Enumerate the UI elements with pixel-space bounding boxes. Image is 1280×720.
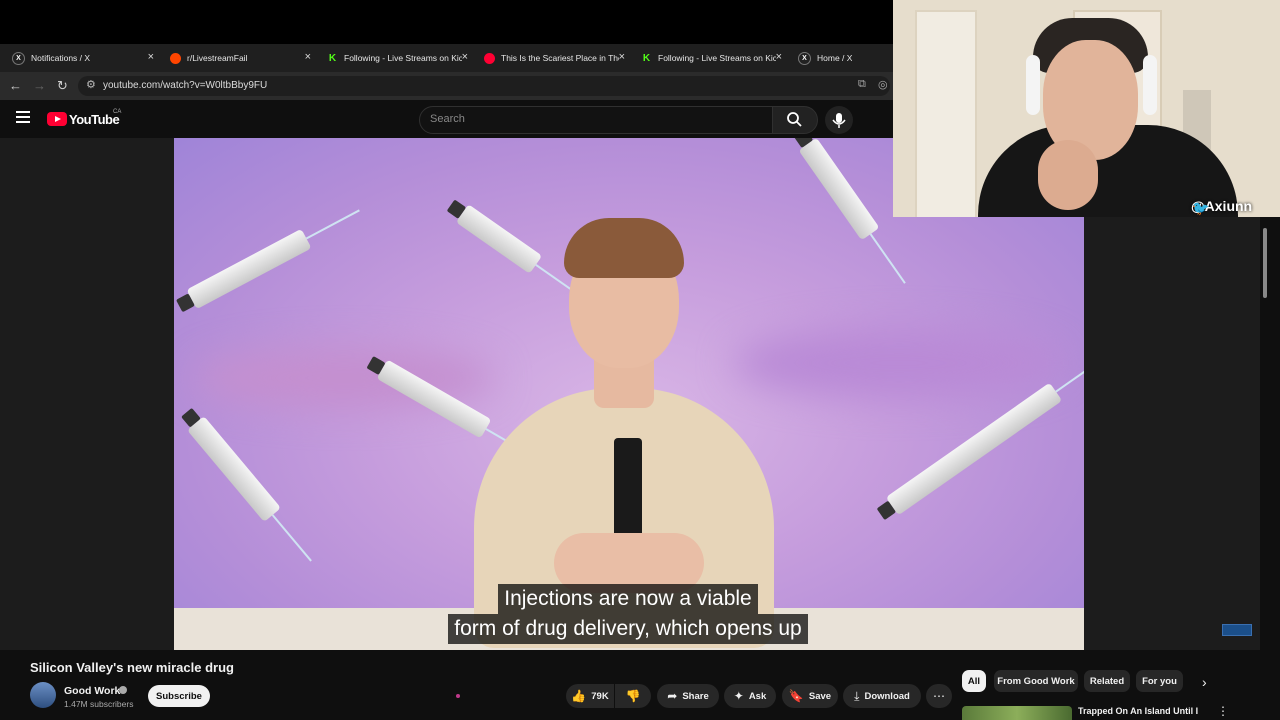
- channel-name[interactable]: Good Work: [64, 685, 120, 697]
- more-actions-button[interactable]: ⋯: [926, 684, 952, 708]
- bookmark-icon: 🔖: [788, 689, 804, 703]
- close-icon[interactable]: ×: [462, 51, 468, 63]
- kick-icon: K: [642, 52, 651, 64]
- eye-off-icon[interactable]: ◎: [878, 78, 888, 91]
- reload-icon[interactable]: ↻: [57, 78, 68, 94]
- mouse-cursor: [456, 694, 460, 698]
- voice-search-button[interactable]: [825, 106, 853, 134]
- tab-title: Home / X: [817, 53, 853, 63]
- search-icon: [787, 112, 802, 127]
- video-title: Silicon Valley's new miracle drug: [30, 660, 234, 675]
- caption-line: Injections are now a viable: [498, 584, 758, 614]
- chip-from-channel[interactable]: From Good Work: [994, 670, 1078, 692]
- forward-arrow-icon[interactable]: →: [33, 78, 46, 93]
- chip-for-you[interactable]: For you: [1136, 670, 1183, 692]
- region-code: CA: [113, 109, 122, 115]
- close-icon[interactable]: ×: [305, 51, 311, 63]
- scrollbar-thumb[interactable]: [1263, 228, 1267, 298]
- recommended-video-title[interactable]: Trapped On An Island Until I: [1078, 706, 1198, 716]
- dislike-button[interactable]: 👎: [615, 684, 651, 708]
- search-placeholder: Search: [430, 113, 465, 125]
- close-icon[interactable]: ×: [619, 51, 625, 63]
- x-logo-icon: X: [12, 51, 25, 65]
- share-arrow-icon: ➦: [667, 689, 678, 703]
- chevron-right-icon[interactable]: ›: [1202, 674, 1207, 690]
- headphone-cup: [1143, 55, 1157, 115]
- search-button[interactable]: [772, 106, 818, 134]
- background-cloud: [734, 328, 1064, 398]
- youtube-logo-text[interactable]: YouTube: [69, 112, 120, 127]
- install-app-icon[interactable]: ⧉: [858, 78, 866, 91]
- browser-tab[interactable]: This Is the Scariest Place in The ×: [472, 44, 629, 72]
- tab-title: Following - Live Streams on Kic: [344, 53, 462, 63]
- syringe-image: [793, 138, 906, 284]
- more-dots-icon: ⋯: [933, 689, 945, 703]
- browser-tab[interactable]: r/LivestreamFail ×: [158, 44, 315, 72]
- download-label: Download: [864, 690, 910, 702]
- back-arrow-icon[interactable]: ←: [9, 78, 22, 93]
- player-backdrop: [0, 138, 174, 650]
- close-icon[interactable]: ×: [148, 51, 154, 63]
- verified-check-icon: [119, 686, 127, 694]
- youtube-logo-icon[interactable]: [47, 112, 67, 126]
- browser-tab[interactable]: K Following - Live Streams on Kic ×: [629, 44, 786, 72]
- webcam-overlay: @Axiunn: [893, 0, 1280, 217]
- download-icon: ⤓: [854, 688, 860, 703]
- save-button[interactable]: 🔖 Save: [782, 684, 838, 708]
- recommended-video-thumbnail[interactable]: [962, 706, 1072, 720]
- tab-title: Following - Live Streams on Kic: [658, 53, 776, 63]
- streamer-hand: [1038, 140, 1098, 210]
- syringe-image: [181, 407, 312, 562]
- syringe-image: [446, 199, 586, 301]
- save-label: Save: [808, 690, 832, 702]
- browser-tab[interactable]: K Following - Live Streams on Kic ×: [315, 44, 472, 72]
- hamburger-menu-icon[interactable]: [16, 111, 30, 123]
- headphone-cup: [1026, 55, 1040, 115]
- browser-tab[interactable]: X Home / X: [786, 44, 893, 72]
- microphone-icon: [832, 113, 846, 128]
- chip-all[interactable]: All: [962, 670, 986, 692]
- reddit-icon: [170, 52, 181, 64]
- share-button[interactable]: ➦ Share: [657, 684, 719, 708]
- chip-related[interactable]: Related: [1084, 670, 1130, 692]
- thumbs-up-icon: 👍: [571, 689, 587, 703]
- syringe-image: [175, 209, 360, 313]
- overlay-badge: [1222, 624, 1252, 636]
- caption-line: form of drug delivery, which opens up: [448, 614, 808, 644]
- video-captions: Injections are now a viable form of drug…: [433, 584, 823, 644]
- kick-icon: K: [328, 52, 337, 64]
- ask-label: Ask: [748, 690, 767, 702]
- tab-title: Notifications / X: [31, 53, 91, 63]
- tab-title: This Is the Scariest Place in The: [501, 53, 619, 63]
- site-info-icon[interactable]: ⚙: [86, 78, 96, 91]
- presenter-hair: [564, 218, 684, 278]
- sparkle-icon: ✦: [733, 689, 744, 703]
- youtube-icon: [484, 52, 495, 64]
- close-icon[interactable]: ×: [776, 51, 782, 63]
- top-letterbox: [0, 0, 893, 44]
- x-logo-icon: X: [798, 51, 811, 65]
- browser-tab[interactable]: X Notifications / X ×: [0, 44, 158, 72]
- like-count: 79K: [591, 690, 609, 702]
- more-vertical-icon[interactable]: ⋮: [1217, 704, 1229, 718]
- thumbs-down-icon: 👎: [625, 689, 641, 703]
- subscribe-button[interactable]: Subscribe: [148, 685, 210, 707]
- browser-tab-strip: X Notifications / X × r/LivestreamFail ×…: [0, 44, 893, 72]
- url-text[interactable]: youtube.com/watch?v=W0ltbBby9FU: [103, 80, 267, 91]
- webcam-door: [915, 10, 977, 217]
- channel-avatar[interactable]: [30, 682, 56, 708]
- player-backdrop: [1084, 217, 1260, 650]
- download-button[interactable]: ⤓ Download: [843, 684, 921, 708]
- ask-button[interactable]: ✦ Ask: [724, 684, 776, 708]
- like-button[interactable]: 👍 79K: [566, 684, 614, 708]
- twitter-bird-icon: 🐦: [1192, 200, 1210, 216]
- search-input[interactable]: [419, 106, 773, 134]
- syringe-image: [876, 356, 1084, 521]
- share-label: Share: [682, 690, 709, 702]
- tab-title: r/LivestreamFail: [187, 53, 248, 63]
- subscriber-count: 1.47M subscribers: [64, 699, 134, 709]
